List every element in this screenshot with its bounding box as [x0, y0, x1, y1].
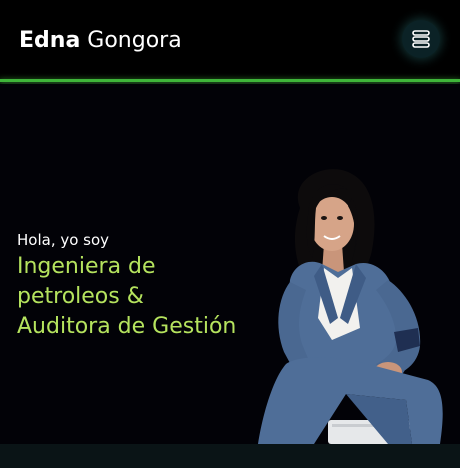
- brand-first-name: Edna: [19, 28, 81, 53]
- profile-portrait-image: [258, 169, 443, 444]
- navbar: Edna Gongora: [0, 0, 460, 80]
- navbar-divider: [0, 79, 460, 82]
- page: Edna Gongora Hola, yo soy Ingeniera de p…: [0, 0, 460, 468]
- brand-last-name: Gongora: [87, 28, 182, 53]
- brand-logo[interactable]: Edna Gongora: [19, 28, 182, 54]
- footer-strip: [0, 444, 460, 468]
- hamburger-menu-icon: [412, 30, 430, 48]
- menu-button[interactable]: [402, 20, 440, 58]
- hero-greeting: Hola, yo soy: [17, 231, 110, 249]
